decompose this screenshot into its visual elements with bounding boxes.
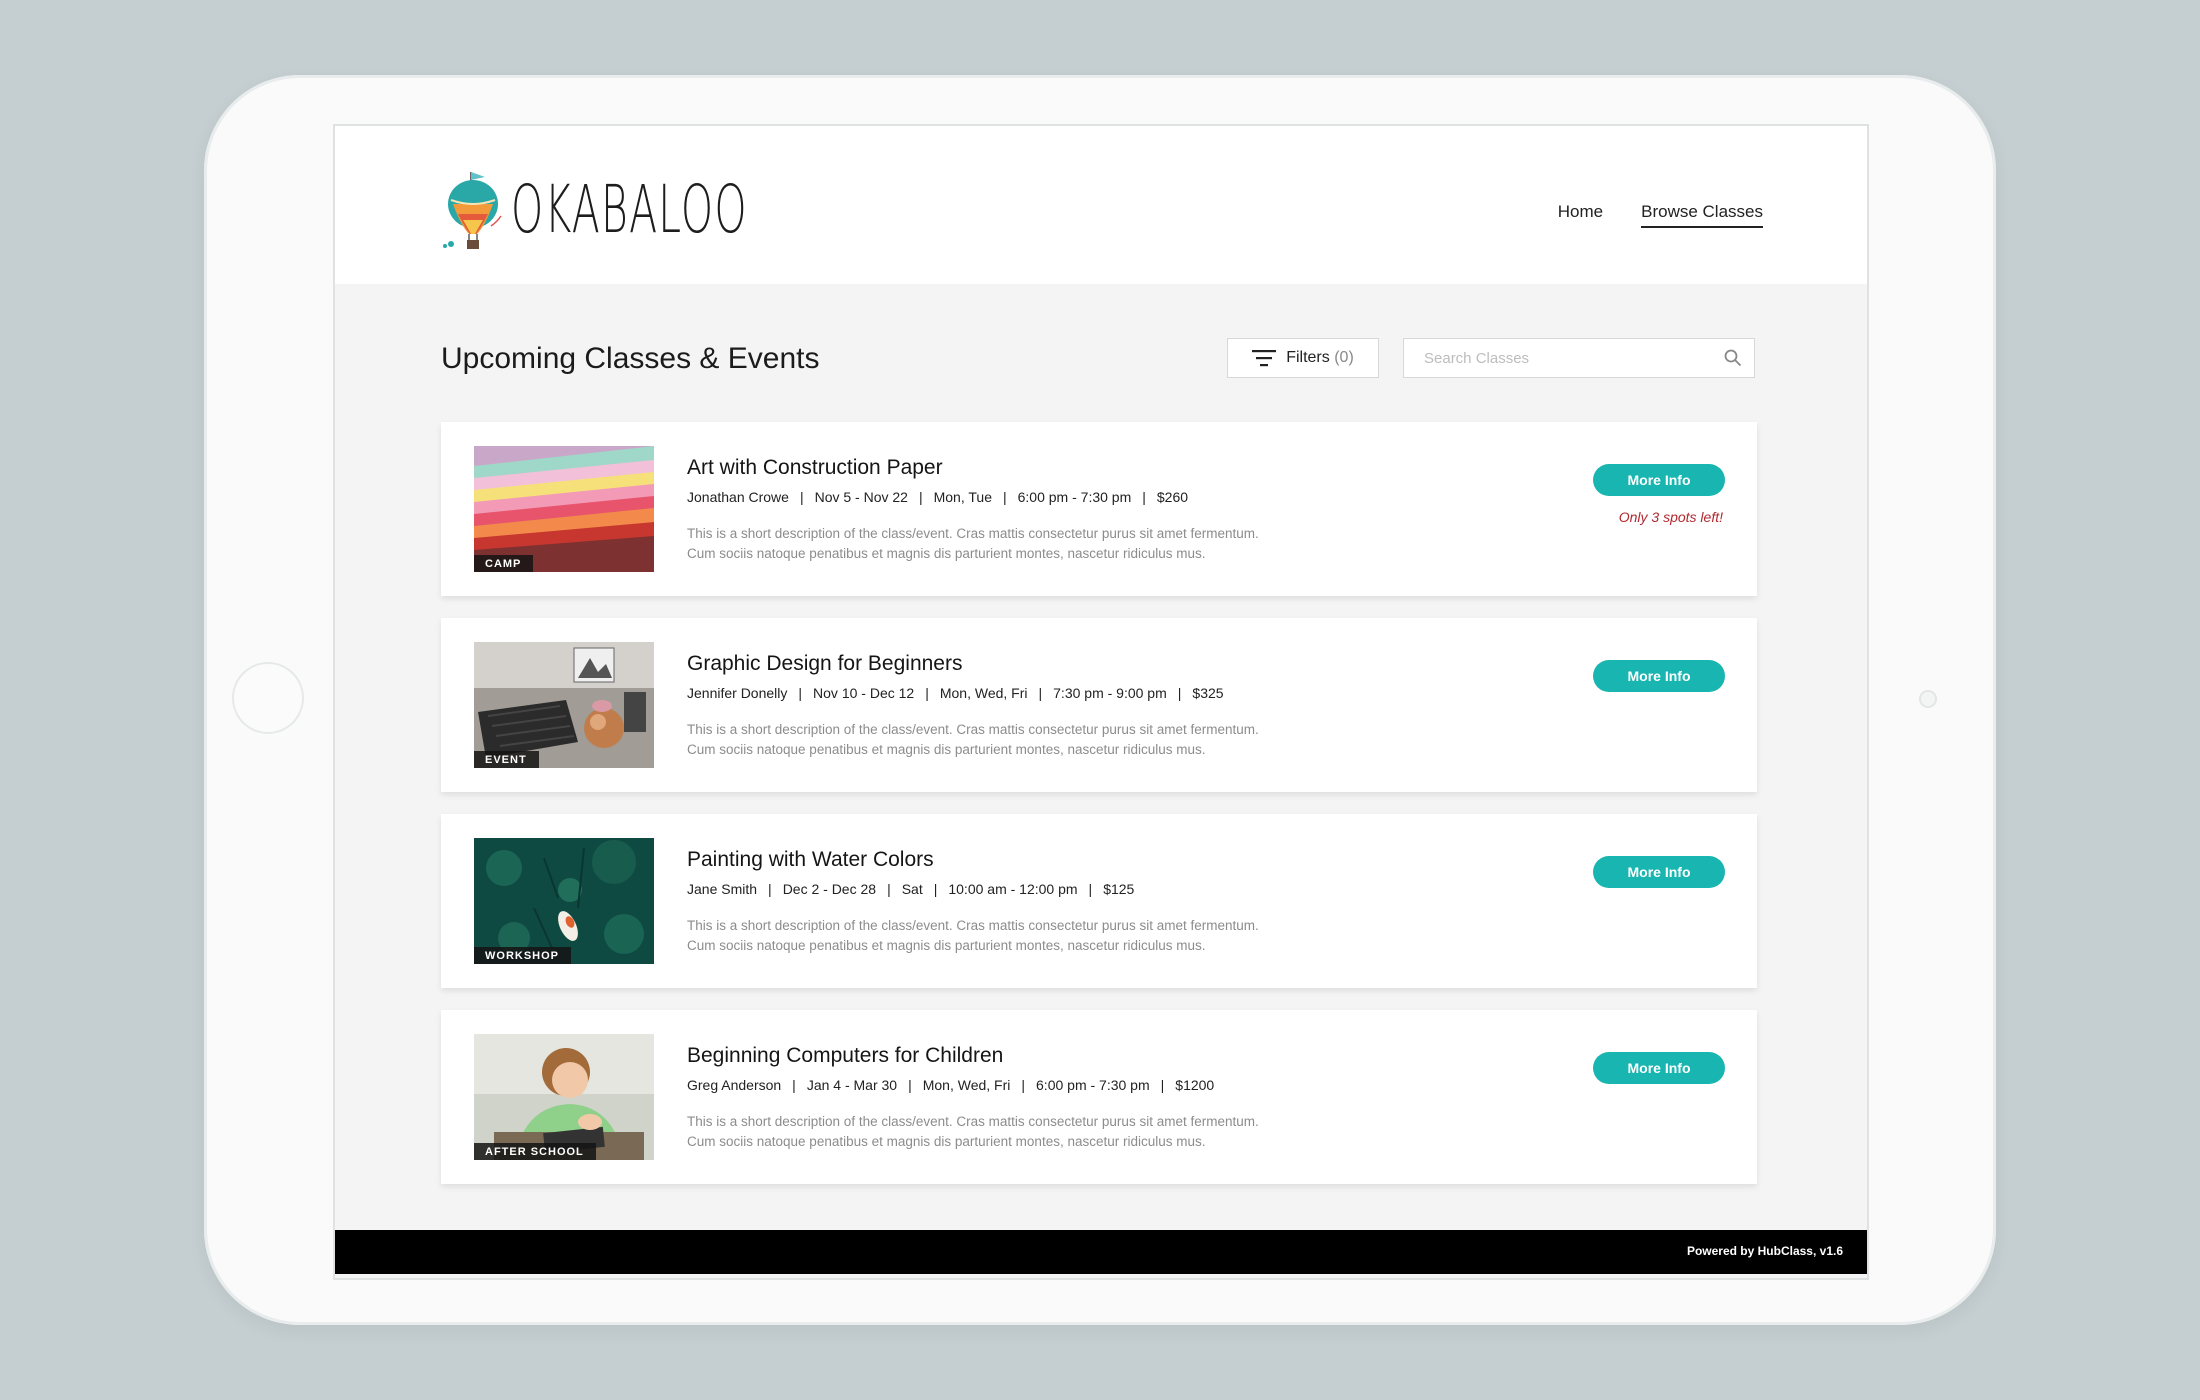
main-nav: Home Browse Classes (1558, 202, 1763, 228)
class-time: 6:00 pm - 7:30 pm (1017, 489, 1132, 505)
brand-logo[interactable]: OKABALOO (441, 168, 893, 252)
search-input[interactable] (1404, 339, 1714, 377)
class-thumbnail[interactable]: WORKSHOP (474, 838, 654, 964)
app-screen: OKABALOO Home Browse Classes Upcoming Cl… (333, 124, 1869, 1280)
availability-note: Only 3 spots left! (1618, 509, 1723, 525)
class-meta: Jennifer Donelly | Nov 10 - Dec 12 | Mon, We… (687, 685, 1224, 701)
hot-air-balloon-logo-icon (443, 172, 502, 249)
search-icon[interactable] (1724, 349, 1742, 367)
construction-paper-image (474, 446, 654, 572)
class-meta: Jonathan Crowe | Nov 5 - Nov 22 | Mon, Tue | 6… (687, 489, 1189, 505)
site-footer: Powered by HubClass, v1.6 (335, 1230, 1867, 1274)
class-instructor: Jane Smith (687, 881, 758, 897)
class-thumbnail[interactable]: AFTER SCHOOL (474, 1034, 654, 1160)
site-header: OKABALOO Home Browse Classes (335, 126, 1867, 284)
class-thumbnail[interactable]: CAMP (474, 446, 654, 572)
koi-pond-image (474, 838, 654, 964)
category-badge: CAMP (474, 555, 534, 572)
class-description: This is a short description of the class… (687, 524, 1367, 564)
description-line-2: Cum sociis natoque penatibus et magnis d… (687, 546, 1206, 561)
class-description: This is a short description of the class… (687, 720, 1367, 760)
category-badge: AFTER SCHOOL (474, 1143, 596, 1160)
more-info-button[interactable]: More Info (1593, 856, 1725, 888)
more-info-button[interactable]: More Info (1593, 1052, 1725, 1084)
desk-workspace-image (474, 642, 654, 768)
search-box (1403, 338, 1755, 378)
class-card: WORKSHOP Painting with Water Colors Jane… (441, 814, 1757, 988)
description-line-2: Cum sociis natoque penatibus et magnis d… (687, 938, 1206, 953)
class-days: Sat (901, 881, 923, 897)
class-meta: Jane Smith | Dec 2 - Dec 28 | Sat | 10:00 am -… (687, 881, 1135, 897)
category-badge: WORKSHOP (474, 947, 571, 964)
class-days: Mon, Tue (933, 489, 992, 505)
description-line-1: This is a short description of the class… (687, 526, 1259, 541)
description-line-1: This is a short description of the class… (687, 918, 1259, 933)
class-card: CAMP Art with Construction Paper Jonatha… (441, 422, 1757, 596)
description-line-1: This is a short description of the class… (687, 1114, 1259, 1129)
brand-name: OKABALOO (511, 171, 748, 248)
class-price: $1200 (1175, 1077, 1215, 1093)
nav-home[interactable]: Home (1558, 202, 1603, 228)
tablet-home-button (232, 662, 304, 734)
filters-button[interactable]: Filters (0) (1227, 338, 1379, 378)
class-description: This is a short description of the class… (687, 916, 1367, 956)
more-info-button[interactable]: More Info (1593, 464, 1725, 496)
class-meta: Greg Anderson | Jan 4 - Mar 30 | Mon, Wed, F… (687, 1077, 1215, 1093)
description-line-2: Cum sociis natoque penatibus et magnis d… (687, 742, 1206, 757)
class-title[interactable]: Graphic Design for Beginners (687, 652, 962, 676)
class-card: EVENT Graphic Design for Beginners Jenni… (441, 618, 1757, 792)
class-dates: Nov 5 - Nov 22 (814, 489, 908, 505)
filters-label: Filters (1286, 349, 1330, 366)
filters-count: (0) (1334, 349, 1354, 366)
class-instructor: Jennifer Donelly (687, 685, 788, 701)
class-days: Mon, Wed, Fri (922, 1077, 1011, 1093)
class-card: AFTER SCHOOL Beginning Computers for Chi… (441, 1010, 1757, 1184)
description-line-2: Cum sociis natoque penatibus et magnis d… (687, 1134, 1206, 1149)
class-instructor: Greg Anderson (687, 1077, 782, 1093)
nav-browse-classes[interactable]: Browse Classes (1641, 202, 1763, 228)
class-dates: Nov 10 - Dec 12 (813, 685, 915, 701)
class-title[interactable]: Beginning Computers for Children (687, 1044, 1003, 1068)
more-info-button[interactable]: More Info (1593, 660, 1725, 692)
class-price: $325 (1192, 685, 1224, 701)
tablet-camera (1919, 690, 1937, 708)
class-dates: Dec 2 - Dec 28 (782, 881, 877, 897)
powered-by-text: Powered by HubClass, v1.6 (1686, 1244, 1843, 1258)
class-title[interactable]: Art with Construction Paper (687, 456, 943, 480)
page-title: Upcoming Classes & Events (441, 342, 820, 375)
description-line-1: This is a short description of the class… (687, 722, 1259, 737)
class-thumbnail[interactable]: EVENT (474, 642, 654, 768)
class-days: Mon, Wed, Fri (939, 685, 1028, 701)
class-title[interactable]: Painting with Water Colors (687, 848, 934, 872)
filter-icon (1252, 350, 1277, 367)
class-time: 10:00 am - 12:00 pm (948, 881, 1078, 897)
class-price: $125 (1103, 881, 1135, 897)
class-time: 7:30 pm - 9:00 pm (1053, 685, 1167, 701)
class-price: $260 (1156, 489, 1189, 505)
child-with-tablet-image (474, 1034, 654, 1160)
class-time: 6:00 pm - 7:30 pm (1036, 1077, 1150, 1093)
class-instructor: Jonathan Crowe (687, 489, 789, 505)
category-badge: EVENT (474, 751, 539, 768)
class-list: CAMP Art with Construction Paper Jonatha… (441, 422, 1757, 1206)
class-description: This is a short description of the class… (687, 1112, 1367, 1152)
class-dates: Jan 4 - Mar 30 (806, 1077, 898, 1093)
